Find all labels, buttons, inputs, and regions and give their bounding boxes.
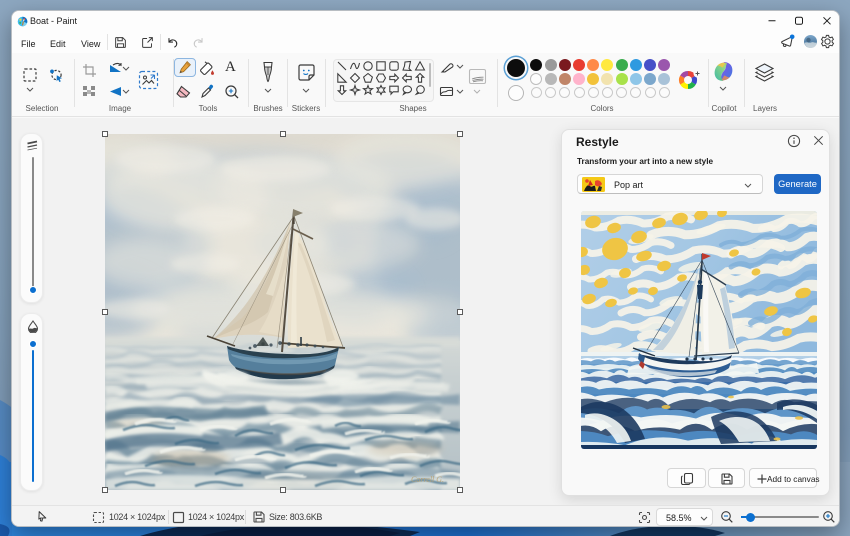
svg-text:Correll G.: Correll G. xyxy=(411,475,444,484)
